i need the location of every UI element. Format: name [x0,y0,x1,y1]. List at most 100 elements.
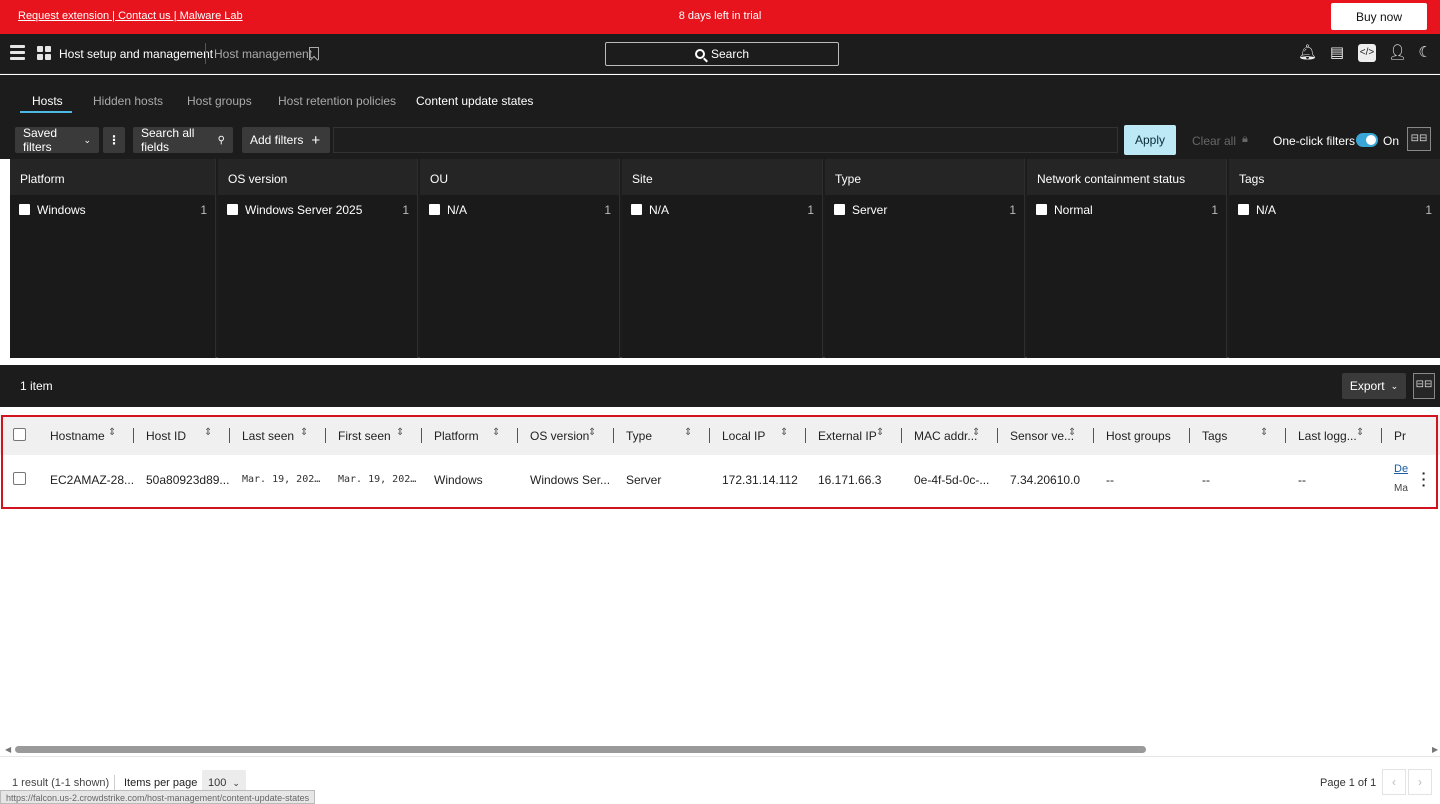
code-icon[interactable]: </> [1358,44,1376,62]
column-header-sensor-version[interactable]: Sensor ve... [1010,429,1074,443]
banner-links[interactable]: Request extension | Contact us | Malware… [18,10,243,22]
news-icon[interactable]: ▤ [1328,44,1346,62]
checkbox[interactable] [19,204,30,215]
cell-hostname[interactable]: EC2AMAZ-28... [50,473,134,487]
sort-icon[interactable]: ⇕ [876,427,884,438]
cell-first-seen: Mar. 19, 202… [338,474,417,485]
saved-filters-button[interactable]: Saved filters ⌄ [15,126,99,154]
sort-icon[interactable]: ⇕ [1260,427,1268,438]
sort-icon[interactable]: ⇕ [780,427,788,438]
cell-host-groups: -- [1106,473,1114,487]
facet-option[interactable]: Normal 1 [1027,195,1226,219]
one-click-filters-toggle[interactable] [1356,133,1378,147]
status-bar-url: https://falcon.us-2.crowdstrike.com/host… [0,790,316,804]
column-header-hostname[interactable]: Hostname [50,429,105,443]
clear-all-button[interactable]: Clear all [1192,134,1236,148]
cell-link[interactable]: De [1394,463,1408,475]
sort-icon[interactable]: ⇕ [1068,427,1076,438]
column-header-type[interactable]: Type [626,429,652,443]
sort-icon[interactable]: ⇕ [972,427,980,438]
previous-page-button[interactable]: ‹ [1382,769,1406,795]
apply-button[interactable]: Apply [1124,125,1176,155]
column-header-first-seen[interactable]: First seen [338,429,391,443]
facet-option[interactable]: N/A 1 [420,195,619,219]
checkbox[interactable] [227,204,238,215]
filter-query-input[interactable] [333,127,1118,153]
horizontal-scrollbar[interactable]: ◀ ▶ [0,742,1440,756]
column-header-local-ip[interactable]: Local IP [722,429,765,443]
collapse-filters-icon[interactable]: ⊟⊟ [1407,127,1431,151]
select-all-checkbox[interactable] [13,428,26,441]
bell-icon[interactable]: 🔔︎ [1298,44,1317,62]
column-divider[interactable] [1189,428,1190,443]
facet-option-label: N/A [1256,203,1277,217]
next-page-button[interactable]: › [1408,769,1432,795]
column-header-platform[interactable]: Platform [434,429,479,443]
scroll-right-icon[interactable]: ▶ [1432,745,1438,754]
facet-option[interactable]: Server 1 [825,195,1024,219]
search-all-fields-button[interactable]: Search all fields ⚲ [133,126,233,154]
column-header-mac-address[interactable]: MAC addr... [914,429,977,443]
export-button[interactable]: Export ⌄ [1342,373,1406,399]
column-divider[interactable] [1285,428,1286,443]
column-settings-icon[interactable]: ⊟⊟ [1413,373,1435,399]
checkbox[interactable] [834,204,845,215]
column-divider[interactable] [229,428,230,443]
column-header-os-version[interactable]: OS version [530,429,589,443]
column-divider[interactable] [325,428,326,443]
sort-icon[interactable]: ⇕ [588,427,596,438]
column-divider[interactable] [997,428,998,443]
add-filters-button[interactable]: Add filters + [242,127,330,153]
sort-icon[interactable]: ⇕ [492,427,500,438]
sort-icon[interactable]: ⇕ [684,427,692,438]
cell-sub-text: Ma [1394,483,1408,494]
sort-icon[interactable]: ⇕ [204,427,212,438]
tab-hidden-hosts[interactable]: Hidden hosts [93,94,163,108]
tab-host-groups[interactable]: Host groups [187,94,252,108]
column-divider[interactable] [613,428,614,443]
moon-icon[interactable]: ☾ [1416,44,1434,62]
scroll-left-icon[interactable]: ◀ [5,745,11,754]
sort-icon[interactable]: ⇕ [1356,427,1364,438]
column-header-last-seen[interactable]: Last seen [242,429,294,443]
tab-hosts[interactable]: Hosts [32,94,63,108]
tab-content-update-states[interactable]: Content update states [416,94,533,108]
hamburger-menu-icon[interactable] [10,45,25,61]
sort-icon[interactable]: ⇕ [300,427,308,438]
column-header-host-id[interactable]: Host ID [146,429,186,443]
bookmark-icon[interactable] [309,47,319,60]
facet-option[interactable]: N/A 1 [1229,195,1440,219]
checkbox[interactable] [1238,204,1249,215]
checkbox[interactable] [631,204,642,215]
column-divider[interactable] [709,428,710,443]
sort-icon[interactable]: ⇕ [108,427,116,438]
facet-option[interactable]: Windows Server 2025 1 [218,195,417,219]
row-checkbox[interactable] [13,472,26,485]
checkbox[interactable] [1036,204,1047,215]
checkbox[interactable] [429,204,440,215]
column-divider[interactable] [805,428,806,443]
user-icon[interactable]: 👤︎ [1388,44,1407,62]
facet-option[interactable]: N/A 1 [622,195,822,219]
column-divider[interactable] [1093,428,1094,443]
column-divider[interactable] [901,428,902,443]
column-header-truncated[interactable]: Pr [1394,429,1406,443]
row-actions-icon[interactable]: · · · [1421,466,1427,492]
app-title[interactable]: Host setup and management [59,47,213,61]
column-divider[interactable] [517,428,518,443]
scroll-thumb[interactable] [15,746,1146,753]
tab-host-retention-policies[interactable]: Host retention policies [278,94,396,108]
facet-option[interactable]: Windows 1 [10,195,215,219]
sort-icon[interactable]: ⇕ [396,427,404,438]
column-divider[interactable] [421,428,422,443]
column-header-tags[interactable]: Tags [1202,429,1227,443]
buy-now-button[interactable]: Buy now [1331,3,1427,30]
column-header-external-ip[interactable]: External IP [818,429,877,443]
column-header-host-groups[interactable]: Host groups [1106,429,1171,443]
column-header-last-logged-in[interactable]: Last logg... [1298,429,1357,443]
global-search[interactable]: Search [605,42,839,66]
column-divider[interactable] [1381,428,1382,443]
table-row[interactable]: EC2AMAZ-28... 50a80923d89... Mar. 19, 20… [0,455,1440,505]
more-options-icon[interactable]: ⋮ [103,127,125,153]
column-divider[interactable] [133,428,134,443]
